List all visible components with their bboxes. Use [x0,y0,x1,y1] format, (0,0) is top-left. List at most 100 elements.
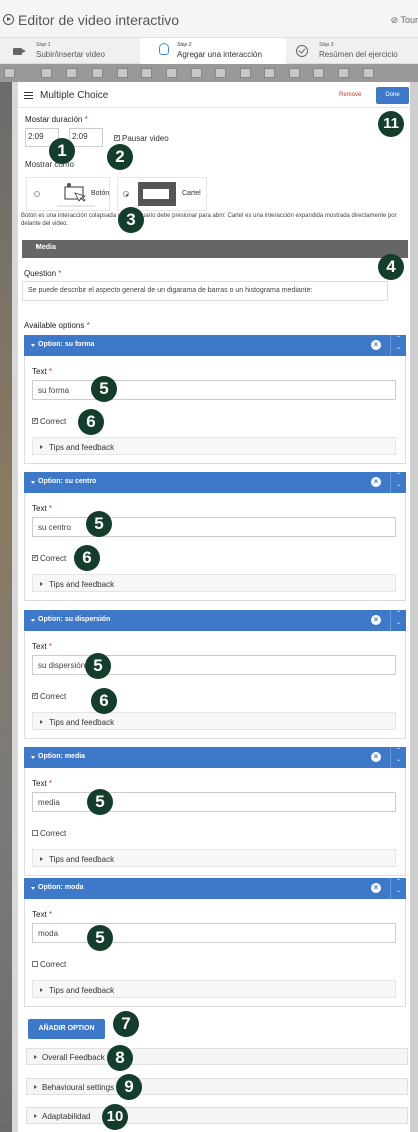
chevron-down-icon [31,619,35,622]
tips-feedback-toggle[interactable]: Tips and feedback [32,712,396,730]
tab-step-3[interactable]: Step 3 Resúmen del ejercicio [286,38,418,64]
close-icon[interactable]: × [371,477,381,487]
mode-poster-label: Cartel [182,190,201,197]
option-header[interactable]: Option: su centro × ⌃ ⌄ [24,472,406,493]
tips-label: Tips and feedback [49,580,115,589]
tab-step-1[interactable]: Step 1 Subir/insertar video [0,38,140,64]
step-label: Subir/insertar video [36,50,105,59]
reorder-icon[interactable]: ⌃ ⌄ [390,878,406,899]
correct-checkbox[interactable] [32,961,38,967]
tab-step-2[interactable]: Step 2 Agregar una interacción [140,38,286,64]
option-header[interactable]: Option: su dispersión × ⌃ ⌄ [24,610,406,631]
pause-video-checkbox[interactable]: ✔ [114,135,120,141]
annotation-marker: 1 [49,138,75,164]
app-title: Editor de video interactivo [18,12,180,28]
step-number: Step 3 [319,42,334,48]
toolbar-tool-icon[interactable] [338,68,349,78]
toolbar-tool-icon[interactable] [141,68,152,78]
option-text-input[interactable]: su forma [32,380,396,400]
tips-label: Tips and feedback [49,986,115,995]
toolbar-tool-icon[interactable] [117,68,128,78]
chevron-down-icon [31,481,35,484]
toolbar-tool-icon[interactable] [240,68,251,78]
close-icon[interactable]: × [371,883,381,893]
done-button[interactable]: Done [376,87,409,104]
correct-checkbox[interactable]: ✔ [32,418,38,424]
tour-button[interactable]: ⊘ Tour [391,15,418,26]
correct-label: Correct [40,554,67,563]
toolbar-tool-icon[interactable] [363,68,374,78]
overall-feedback-section[interactable]: Overall Feedback [26,1048,408,1065]
mode-button-option[interactable]: Botón [26,177,110,211]
toolbar-tool-icon[interactable] [66,68,77,78]
reorder-icon[interactable]: ⌃ ⌄ [390,610,406,631]
list-icon [24,92,33,99]
tips-feedback-toggle[interactable]: Tips and feedback [32,849,396,867]
toolbar-tool-icon[interactable] [264,68,275,78]
reorder-icon[interactable]: ⌃ ⌄ [390,747,406,768]
toolbar-tool-icon[interactable] [313,68,324,78]
toolbar-tool-icon[interactable] [166,68,177,78]
toolbar-tool-icon[interactable] [41,68,52,78]
annotation-marker: 6 [74,545,100,571]
chevron-right-icon [34,1114,37,1118]
correct-label: Correct [40,692,67,701]
remove-button[interactable]: Remove [339,92,361,98]
toolbar-tool-icon[interactable] [92,68,103,78]
option-header[interactable]: Option: su forma × ⌃ ⌄ [24,335,406,356]
correct-label: Correct [40,417,67,426]
tips-feedback-toggle[interactable]: Tips and feedback [32,437,396,455]
mode-poster-radio[interactable] [123,191,129,197]
lightbulb-icon [159,43,169,55]
add-option-button[interactable]: AÑADIR OPTION [28,1019,105,1039]
correct-checkbox[interactable] [32,830,38,836]
mode-button-radio[interactable] [34,191,40,197]
question-input[interactable]: Se puede describir el aspecto general de… [22,281,388,301]
tour-label: Tour [400,15,418,25]
multiple-choice-dialog: Multiple Choice Remove Done Mostar durac… [18,82,410,1132]
mode-description: Botón es una interacción colapsada que e… [21,213,397,227]
chevron-down-icon [31,756,35,759]
time-end-input[interactable]: 2:09 [69,128,103,147]
annotation-marker: 5 [87,925,113,951]
adaptability-section[interactable]: Adaptabilidad [26,1107,408,1124]
toolbar-tool-icon[interactable] [191,68,202,78]
reorder-icon[interactable]: ⌃ ⌄ [390,335,406,356]
close-icon[interactable]: × [371,340,381,350]
option-body: Text * moda Correct Tips and feedback [24,899,406,1007]
chevron-right-icon [40,582,43,586]
overall-feedback-label: Overall Feedback [42,1053,105,1062]
behavioural-settings-section[interactable]: Behavioural settings [26,1078,408,1095]
video-camera-icon [13,48,26,55]
option-body: Text * media Correct Tips and feedback [24,768,406,876]
toolbar-tool-icon[interactable] [4,68,15,78]
toolbar-tool-icon[interactable] [215,68,226,78]
tips-feedback-toggle[interactable]: Tips and feedback [32,980,396,998]
option-title: Option: su dispersión [38,616,111,623]
tips-feedback-toggle[interactable]: Tips and feedback [32,574,396,592]
annotation-marker: 6 [91,688,117,714]
close-icon[interactable]: × [371,615,381,625]
option-body: Text * su dispersión ✔ Correct Tips and … [24,631,406,739]
chevron-right-icon [40,445,43,449]
media-section-header[interactable]: Media [22,240,408,258]
toolbar-tool-icon[interactable] [289,68,300,78]
correct-checkbox[interactable]: ✔ [32,693,38,699]
tour-icon: ⊘ [390,15,401,25]
annotation-marker: 9 [116,1074,142,1100]
option-title: Option: su centro [38,478,97,485]
step-tabs: Step 1 Subir/insertar video Step 2 Agreg… [0,38,418,64]
close-icon[interactable]: × [371,752,381,762]
option-title: Option: media [38,753,86,760]
scroll-track[interactable] [410,82,418,1132]
step-number: Step 2 [177,42,192,48]
reorder-icon[interactable]: ⌃ ⌄ [390,472,406,493]
option-header[interactable]: Option: media × ⌃ ⌄ [24,747,406,768]
option-header[interactable]: Option: moda × ⌃ ⌄ [24,878,406,899]
step-number: Step 1 [36,42,51,48]
correct-checkbox[interactable]: ✔ [32,555,38,561]
mode-poster-option[interactable]: Cartel [117,177,207,211]
tips-label: Tips and feedback [49,443,115,452]
text-label: Text * [32,910,53,919]
video-background [0,82,12,1132]
